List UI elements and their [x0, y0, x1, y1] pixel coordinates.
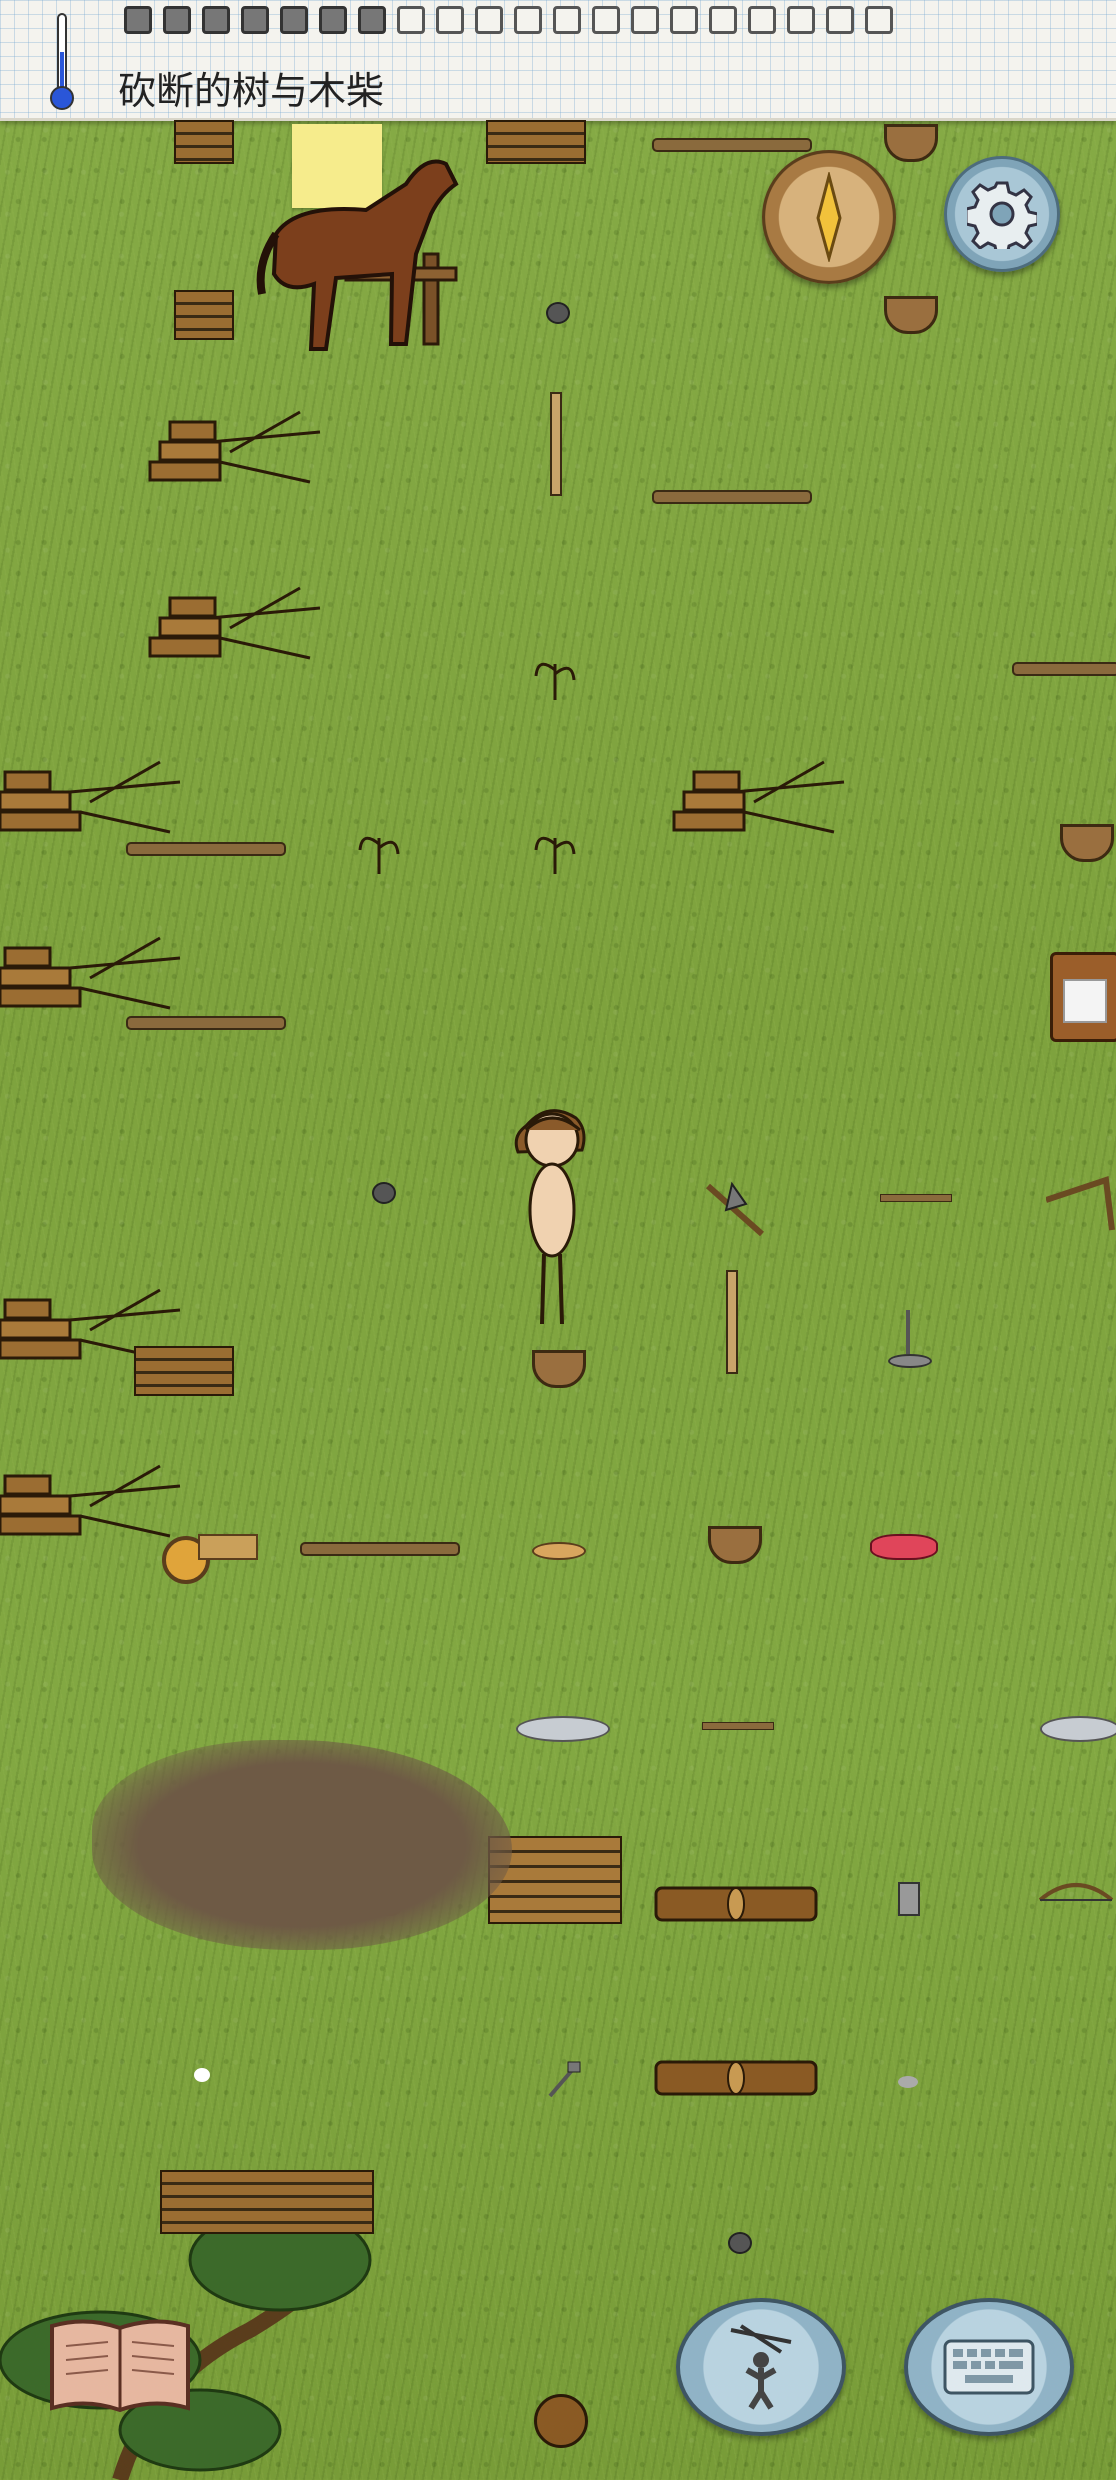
sharp-stone[interactable] — [728, 2232, 752, 2254]
food-slot-filled — [163, 6, 191, 34]
branch[interactable] — [1012, 662, 1116, 676]
food-slot-empty — [436, 6, 464, 34]
wheel-cart-part[interactable] — [162, 1526, 258, 1584]
long-shaft[interactable] — [550, 392, 562, 496]
basket[interactable] — [884, 296, 938, 334]
bow-drill[interactable] — [1046, 1170, 1116, 1240]
book-icon[interactable] — [46, 2312, 194, 2416]
flat-stone[interactable] — [1040, 1716, 1116, 1742]
food-slot-empty — [592, 6, 620, 34]
small-stone[interactable] — [898, 2076, 918, 2088]
keyboard-icon — [943, 2339, 1035, 2395]
log-stack[interactable] — [174, 120, 234, 164]
settings-button[interactable] — [944, 156, 1060, 272]
emote-button[interactable] — [676, 2298, 846, 2436]
milkweed-plant[interactable] — [530, 824, 580, 878]
basket[interactable] — [532, 1350, 586, 1388]
basket[interactable] — [884, 124, 938, 162]
milkweed-plant[interactable] — [354, 824, 404, 878]
food-slot-empty — [826, 6, 854, 34]
dirt-patch — [92, 1740, 512, 1950]
thin-stick[interactable] — [880, 1194, 952, 1202]
player-character[interactable] — [488, 1100, 618, 1330]
food-slot-empty — [475, 6, 503, 34]
milkweed-plant[interactable] — [530, 650, 580, 704]
flint-chip[interactable] — [898, 1882, 920, 1916]
branch[interactable] — [126, 842, 286, 856]
firewood-pile[interactable] — [664, 752, 854, 862]
sharp-stone[interactable] — [372, 1182, 396, 1204]
food-slot-empty — [553, 6, 581, 34]
horse-sprite[interactable] — [256, 144, 496, 364]
log-stack[interactable] — [134, 1346, 234, 1396]
food-slot-filled — [202, 6, 230, 34]
round-stone[interactable] — [546, 302, 570, 324]
food-slot-empty — [514, 6, 542, 34]
firewood-pile[interactable] — [160, 2170, 374, 2234]
firewood-pile[interactable] — [140, 578, 330, 688]
area-title: 砍断的树与木柴 — [118, 69, 385, 113]
food-slot-empty — [709, 6, 737, 34]
flat-stone[interactable] — [516, 1716, 610, 1742]
bow-saw[interactable] — [1036, 1870, 1116, 1920]
food-slot-filled — [280, 6, 308, 34]
burdock-ball[interactable] — [534, 2394, 588, 2448]
log-stack[interactable] — [174, 290, 234, 340]
puppet-icon — [730, 2324, 792, 2410]
bread-loaf[interactable] — [532, 1542, 586, 1560]
raw-meat[interactable] — [870, 1534, 938, 1560]
branch[interactable] — [652, 490, 812, 504]
compass-icon — [816, 172, 842, 262]
basket-with-berries[interactable] — [1060, 824, 1114, 862]
butt-log[interactable] — [654, 1882, 818, 1926]
stakes-tool[interactable] — [888, 1310, 932, 1368]
clay-crock[interactable] — [1050, 952, 1116, 1042]
compass-button[interactable] — [762, 150, 896, 284]
long-shaft[interactable] — [726, 1270, 738, 1374]
chat-button[interactable] — [904, 2298, 1074, 2436]
food-slot-empty — [397, 6, 425, 34]
food-slot-filled — [319, 6, 347, 34]
branch[interactable] — [652, 138, 812, 152]
food-slot-empty — [787, 6, 815, 34]
firewood-pile[interactable] — [140, 402, 330, 512]
log-stack[interactable] — [486, 120, 586, 164]
butt-log[interactable] — [654, 2056, 818, 2100]
thermometer-icon[interactable] — [48, 12, 76, 112]
food-slot-empty — [670, 6, 698, 34]
food-slot-empty — [865, 6, 893, 34]
food-slot-filled — [358, 6, 386, 34]
food-slot-filled — [241, 6, 269, 34]
food-slot-empty — [748, 6, 776, 34]
status-bar: 砍断的树与木柴 — [0, 0, 1116, 121]
gear-icon — [967, 181, 1037, 249]
craving-slots — [124, 6, 893, 34]
white-pebble[interactable] — [194, 2068, 210, 2082]
food-slot-filled — [124, 6, 152, 34]
food-slot-empty — [631, 6, 659, 34]
branch[interactable] — [300, 1542, 460, 1556]
basket[interactable] — [708, 1526, 762, 1564]
hammer-item[interactable] — [544, 2060, 584, 2100]
branch[interactable] — [126, 1016, 286, 1030]
thin-stick[interactable] — [702, 1722, 774, 1730]
hatchet-item[interactable] — [702, 1180, 782, 1240]
